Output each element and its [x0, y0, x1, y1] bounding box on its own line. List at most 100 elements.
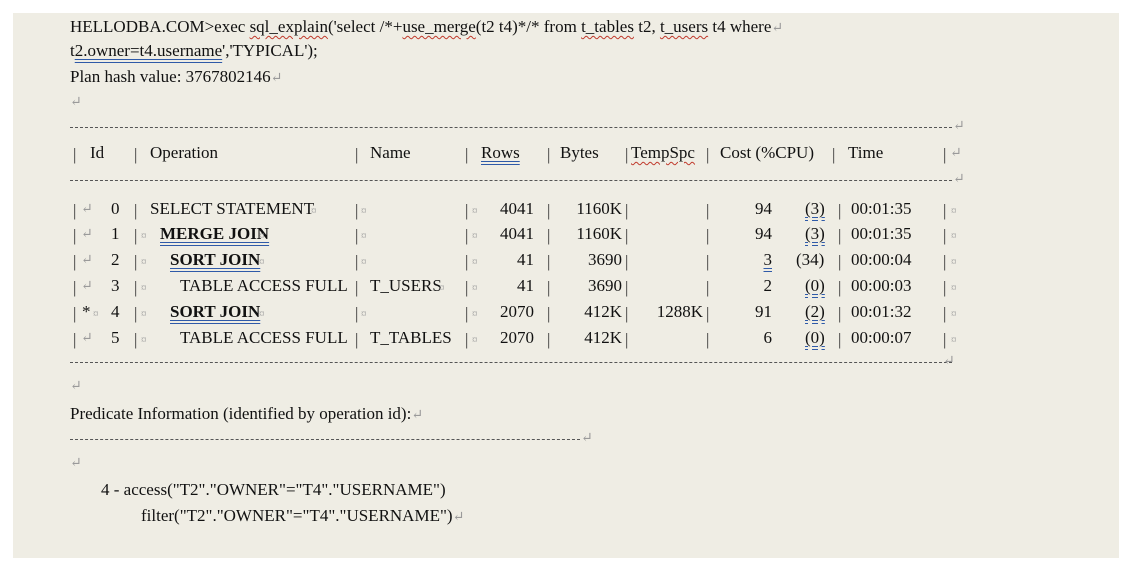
table-name-2: t_users — [659, 17, 709, 36]
rule-mark: ↵ — [943, 354, 955, 369]
cell-mark: ¤ — [951, 230, 957, 242]
col-separator: | — [134, 145, 138, 164]
col-separator: | — [547, 226, 551, 245]
plan-cpu: (0) — [805, 328, 825, 347]
col-separator: | — [706, 201, 710, 220]
plan-operation: MERGE JOIN — [160, 224, 270, 243]
col-separator: | — [465, 201, 469, 220]
col-separator: | — [547, 201, 551, 220]
plan-row: | ↵ 3 | ¤ TABLE ACCESS FULL | T_USERS ¤ | ¤ 41 | 3690… — [13, 276, 1119, 300]
predicate-rule — [70, 439, 580, 440]
col-separator: | — [465, 252, 469, 271]
col-separator: | — [625, 330, 629, 349]
col-separator: | — [73, 330, 77, 349]
plan-time: 00:00:03 — [851, 276, 912, 295]
header-operation: Operation — [150, 143, 218, 162]
cell-mark: ¤ — [259, 230, 265, 242]
plan-operation: TABLE ACCESS FULL — [180, 276, 348, 295]
col-separator: | — [73, 201, 77, 220]
plan-id: 2 — [111, 250, 120, 269]
header-rows: Rows — [481, 143, 520, 162]
plan-cpu: (0) — [805, 276, 825, 295]
cell-mark: ¤ — [951, 256, 957, 268]
plan-bytes: 412K — [584, 302, 622, 321]
col-separator: | — [465, 330, 469, 349]
plan-tempspc: 1288K — [656, 302, 703, 321]
line2-post: ','TYPICAL'); — [222, 41, 318, 60]
alias-1: t2, — [633, 17, 660, 36]
row-mark: ↵ — [81, 227, 93, 242]
predicate-title-text: Predicate Information (identified by ope… — [70, 404, 412, 423]
plan-cost: 94 — [755, 199, 772, 218]
plan-id: 5 — [111, 328, 120, 347]
plan-time: 00:01:32 — [851, 302, 912, 321]
cell-mark: ¤ — [951, 282, 957, 294]
col-separator: | — [73, 226, 77, 245]
col-separator: | — [838, 278, 842, 297]
col-separator: | — [838, 201, 842, 220]
col-separator: | — [134, 330, 138, 349]
plan-operation: SELECT STATEMENT — [150, 199, 315, 218]
paragraph-mark: ↵ — [411, 408, 424, 423]
command-open: ('select /*+ — [327, 17, 403, 36]
command-line-2: t2.owner=t4.username','TYPICAL'); — [70, 41, 318, 61]
plan-cpu: (3) — [805, 199, 825, 218]
col-separator: | — [943, 304, 947, 323]
predicate-star: * — [82, 302, 91, 321]
hint-name: use_merge — [402, 17, 476, 36]
plan-id: 1 — [111, 224, 120, 243]
plan-hash-line: Plan hash value: 3767802146↵ — [70, 67, 282, 89]
plan-cpu: (34) — [796, 250, 825, 269]
plan-row: | ↵ 1 | ¤ MERGE JOIN ¤ | ¤ | ¤ 4041 | 1160K | | 94 (3) | 00… — [13, 224, 1119, 248]
plan-id: 3 — [111, 276, 120, 295]
row-mark: ↵ — [81, 202, 93, 217]
plan-time: 00:00:07 — [851, 328, 912, 347]
col-separator: | — [355, 304, 359, 323]
cell-mark: ¤ — [439, 282, 445, 294]
table-bottom-rule — [70, 362, 952, 363]
plan-rows-value: 2070 — [500, 328, 534, 347]
cell-mark: ¤ — [141, 282, 147, 294]
col-separator: | — [943, 252, 947, 271]
plan-rows-value: 41 — [517, 250, 534, 269]
col-separator: | — [943, 226, 947, 245]
col-separator: | — [625, 252, 629, 271]
cell-mark: ¤ — [311, 205, 317, 217]
row-mark: ↵ — [81, 253, 93, 268]
col-separator: | — [355, 278, 359, 297]
cell-mark: ¤ — [951, 205, 957, 217]
col-separator: | — [355, 330, 359, 349]
cell-mark: ¤ — [951, 334, 957, 346]
header-name: Name — [370, 143, 411, 162]
col-separator: | — [465, 145, 469, 164]
plan-cost: 3 — [763, 250, 773, 269]
plan-bytes: 1160K — [576, 224, 622, 243]
plan-id: 4 — [111, 302, 120, 321]
col-separator: | — [73, 304, 77, 323]
col-separator: | — [838, 226, 842, 245]
plan-row: | ↵ 5 | ¤ TABLE ACCESS FULL | T_TABLES | ¤ 2070 | 41… — [13, 328, 1119, 352]
newline-mark: ↵ — [771, 21, 784, 36]
cell-mark: ¤ — [472, 308, 478, 320]
header-time: Time — [848, 143, 884, 162]
prompt-text: HELLODBA.COM>exec — [70, 17, 250, 36]
plan-operation: SORT JOIN — [170, 250, 261, 269]
cell-mark: ¤ — [472, 334, 478, 346]
col-separator: | — [625, 278, 629, 297]
col-separator: | — [706, 330, 710, 349]
col-separator: | — [943, 145, 947, 164]
col-separator: | — [625, 201, 629, 220]
plan-time: 00:00:04 — [851, 250, 912, 269]
plan-operation: SORT JOIN — [170, 302, 261, 321]
plan-bytes: 412K — [584, 328, 622, 347]
paragraph-mark: ↵ — [270, 71, 283, 86]
plan-name: T_TABLES — [370, 328, 452, 347]
plan-cpu: (2) — [805, 302, 825, 321]
plan-row: | ↵ 2 | ¤ SORT JOIN ¤ | ¤ | ¤ 41 | 3690 | | 3 (34) | 00:00:… — [13, 250, 1119, 274]
col-separator: | — [832, 145, 836, 164]
cell-mark: ¤ — [141, 256, 147, 268]
plan-cost: 6 — [763, 328, 773, 347]
col-separator: | — [547, 330, 551, 349]
document-page: HELLODBA.COM>exec sql_explain('select /*… — [13, 13, 1119, 558]
empty-paragraph-mark: ↵ — [70, 379, 82, 394]
